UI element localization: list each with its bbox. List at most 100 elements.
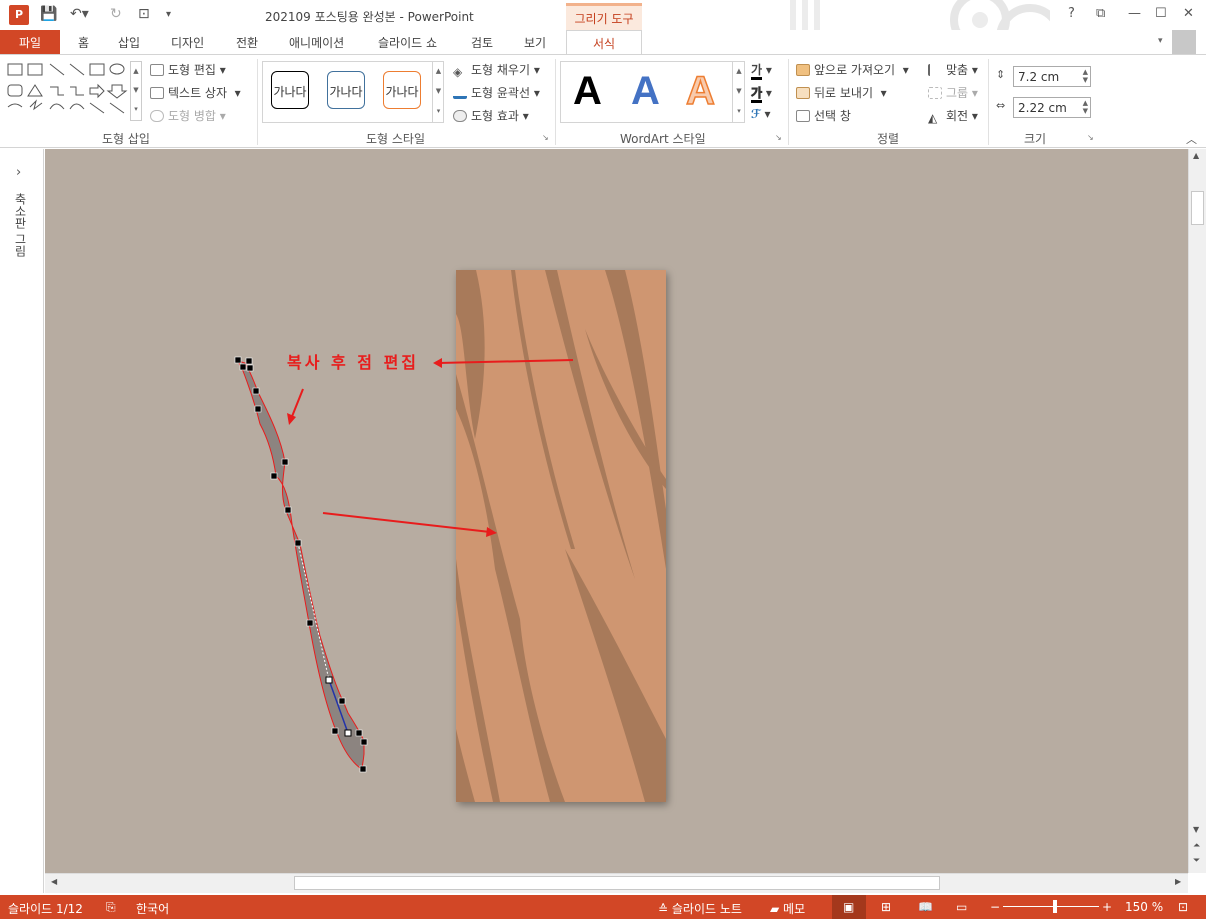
tab-slideshow[interactable]: 슬라이드 쇼 xyxy=(378,34,437,51)
shape-outline-button[interactable]: 도형 윤곽선 ▾ xyxy=(453,84,540,101)
shape-gallery-scroll[interactable]: ▲ ▼ ▾ xyxy=(130,61,142,121)
avatar[interactable] xyxy=(1172,30,1196,54)
scroll-down-icon[interactable]: ▼ xyxy=(1193,825,1199,834)
tab-file[interactable]: 파일 xyxy=(0,30,60,54)
ribbon: ▲ ▼ ▾ 도형 편집 ▾ 텍스트 상자 ▾ 도형 병합 ▾ 도형 삽입 가나다 가… xyxy=(0,54,1206,148)
tab-home[interactable]: 홈 xyxy=(78,34,89,51)
text-outline-button[interactable]: 가 ▾ xyxy=(751,84,772,103)
account-dropdown-icon[interactable]: ▾ xyxy=(1158,36,1163,46)
shape-style-orange[interactable]: 가나다 xyxy=(383,71,421,109)
start-from-beginning-icon[interactable]: ⊡ xyxy=(138,6,150,22)
width-spinner-arrows[interactable]: ▲ ▼ xyxy=(1083,99,1088,115)
tab-insert[interactable]: 삽입 xyxy=(118,34,140,51)
spell-check-icon[interactable]: ⎘ xyxy=(106,900,116,915)
send-backward-button[interactable]: 뒤로 보내기 ▾ xyxy=(796,84,887,101)
group-icon xyxy=(928,87,942,99)
send-backward-icon xyxy=(796,87,810,99)
separator xyxy=(555,59,556,145)
tab-design[interactable]: 디자인 xyxy=(171,34,204,51)
redo-icon[interactable]: ↻ xyxy=(110,6,122,22)
shape-style-gallery-scroll[interactable]: ▲ ▼ ▾ xyxy=(432,61,444,123)
tab-animations[interactable]: 애니메이션 xyxy=(289,34,344,51)
slide-counter: 슬라이드 1/12 xyxy=(8,902,83,916)
undo-icon[interactable]: ↶▾ xyxy=(70,6,89,22)
shape-height-input[interactable]: 7.2 cm ▲ ▼ xyxy=(1013,66,1091,87)
horizontal-scroll-thumb[interactable] xyxy=(294,876,940,890)
group-label-wordart: WordArt 스타일 xyxy=(620,132,706,146)
shape-width-input[interactable]: 2.22 cm ▲ ▼ xyxy=(1013,97,1091,118)
drawing-tools-context-label: 그리기 도구 xyxy=(566,3,642,30)
dialog-launcher-icon[interactable]: ↘ xyxy=(775,133,782,142)
group-button[interactable]: 그룹 ▾ xyxy=(928,84,978,101)
customize-toolbar-icon[interactable]: ▾ xyxy=(166,9,171,20)
tab-view[interactable]: 보기 xyxy=(524,34,546,51)
comments-button[interactable]: ▰ 메모 xyxy=(770,900,805,917)
horizontal-scrollbar[interactable]: ◀ ▶ xyxy=(45,873,1188,893)
align-button[interactable]: 맞춤 ▾ xyxy=(928,61,978,78)
dialog-launcher-icon[interactable]: ↘ xyxy=(542,133,549,142)
shape-effects-button[interactable]: 도형 효과 ▾ xyxy=(453,107,529,124)
expand-thumbnails-icon[interactable]: › xyxy=(16,165,21,180)
next-slide-icon[interactable]: ⏷ xyxy=(1193,856,1200,866)
bring-forward-button[interactable]: 앞으로 가져오기 ▾ xyxy=(796,61,909,78)
wordart-gallery-scroll[interactable]: ▲ ▼ ▾ xyxy=(732,61,745,123)
edit-shape-button[interactable]: 도형 편집 ▾ xyxy=(150,61,226,78)
shape-fill-button[interactable]: ◈ 도형 채우기 ▾ xyxy=(453,61,540,79)
bring-forward-icon xyxy=(796,64,810,76)
shape-style-black[interactable]: 가나다 xyxy=(271,71,309,109)
merge-shapes-icon xyxy=(150,110,164,122)
width-icon: ⇔ xyxy=(996,99,1006,112)
text-effects-button[interactable]: ℱ ▾ xyxy=(751,107,771,121)
merge-shapes-button[interactable]: 도형 병합 ▾ xyxy=(150,107,226,124)
separator xyxy=(988,59,989,145)
help-icon[interactable]: ? xyxy=(1068,6,1075,21)
wordart-style-orange[interactable]: A xyxy=(685,68,715,114)
zoom-out-icon[interactable]: − xyxy=(990,900,1000,914)
tab-transitions[interactable]: 전환 xyxy=(236,34,258,51)
pen-icon xyxy=(453,87,467,99)
window-title: 202109 포스팅용 완성본 - PowerPoint xyxy=(265,10,474,24)
slideshow-view-icon[interactable]: ▭ xyxy=(956,900,967,914)
zoom-slider[interactable] xyxy=(1003,906,1099,907)
wordart-style-blue[interactable]: A xyxy=(631,69,660,114)
rotate-button[interactable]: ◭ 회전 ▾ xyxy=(928,107,978,125)
dialog-launcher-icon[interactable]: ↘ xyxy=(1087,133,1094,142)
wordart-style-black[interactable]: A xyxy=(573,69,602,114)
tab-format[interactable]: 서식 xyxy=(566,30,642,55)
separator xyxy=(257,59,258,145)
language-indicator[interactable]: 한국어 xyxy=(136,900,169,917)
tab-review[interactable]: 검토 xyxy=(471,34,493,51)
fit-slide-icon[interactable]: ⊡ xyxy=(1178,900,1188,914)
shape-gallery[interactable] xyxy=(6,61,140,121)
title-bar: P 💾 ↶▾ ↻ ⊡ ▾ 202109 포스팅용 완성본 - PowerPoin… xyxy=(0,0,1206,54)
text-fill-button[interactable]: 가 ▾ xyxy=(751,61,772,80)
scroll-left-icon[interactable]: ◀ xyxy=(51,877,57,886)
scroll-right-icon[interactable]: ▶ xyxy=(1175,877,1181,886)
shape-style-blue[interactable]: 가나다 xyxy=(327,71,365,109)
notes-button[interactable]: ≙ 슬라이드 노트 xyxy=(658,900,742,917)
align-icon xyxy=(928,64,942,76)
zoom-in-icon[interactable]: + xyxy=(1102,900,1112,914)
collapse-ribbon-icon[interactable]: ︿ xyxy=(1186,131,1197,147)
save-icon[interactable]: 💾 xyxy=(40,6,57,22)
maximize-icon[interactable]: ☐ xyxy=(1155,6,1167,21)
thumbnail-panel-label[interactable]: 축소판 그림 xyxy=(12,193,29,257)
group-label-shape-styles: 도형 스타일 xyxy=(366,132,426,146)
group-label-size: 크기 xyxy=(1024,132,1047,146)
zoom-level[interactable]: 150 % xyxy=(1125,900,1163,914)
height-spinner-arrows[interactable]: ▲ ▼ xyxy=(1083,68,1088,84)
slide-sorter-icon[interactable]: ⊞ xyxy=(881,900,891,914)
minimize-icon[interactable]: — xyxy=(1128,6,1141,21)
vertical-scrollbar[interactable]: ▲ ▼ ⏶ ⏷ xyxy=(1188,149,1206,873)
zoom-slider-thumb[interactable] xyxy=(1053,900,1057,913)
close-icon[interactable]: ✕ xyxy=(1183,6,1194,21)
slide-editing-area[interactable]: 복사 후 점 편집 xyxy=(45,149,1188,873)
previous-slide-icon[interactable]: ⏶ xyxy=(1193,841,1200,851)
text-box-button[interactable]: 텍스트 상자 ▾ xyxy=(150,84,241,101)
edited-grain-shape[interactable] xyxy=(234,356,368,773)
reading-view-icon[interactable]: 📖 xyxy=(918,900,933,914)
selection-pane-button[interactable]: 선택 창 xyxy=(796,107,851,124)
vertical-scroll-thumb[interactable] xyxy=(1191,191,1204,225)
scroll-up-icon[interactable]: ▲ xyxy=(1193,151,1199,160)
ribbon-display-options-icon[interactable]: ⧉ xyxy=(1096,6,1105,21)
